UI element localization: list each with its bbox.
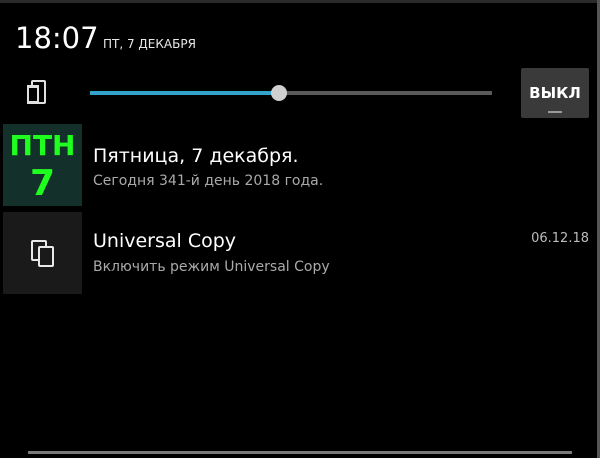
app-icon-tile bbox=[3, 212, 82, 294]
clock-date[interactable]: ПТ, 7 ДЕКАБРЯ bbox=[103, 36, 196, 52]
clock-time[interactable]: 18:07 bbox=[15, 20, 99, 56]
notification-title: Universal Copy bbox=[93, 230, 237, 252]
slider-thumb[interactable] bbox=[271, 85, 287, 101]
brightness-phone-icon bbox=[27, 80, 46, 104]
notification-timestamp: 06.12.18 bbox=[531, 231, 589, 246]
calendar-day-number: 7 bbox=[29, 163, 56, 204]
top-edge bbox=[0, 0, 600, 3]
notification-subtitle: Включить режим Universal Copy bbox=[93, 259, 330, 275]
calendar-weekday: ПТН bbox=[9, 129, 76, 162]
universal-copy-notification[interactable]: Universal Copy Включить режим Universal … bbox=[3, 212, 597, 294]
brightness-slider[interactable] bbox=[90, 84, 492, 102]
toggle-indicator bbox=[548, 111, 562, 113]
notification-subtitle: Сегодня 341-й день 2018 года. bbox=[93, 173, 324, 189]
auto-brightness-toggle[interactable]: ВЫКЛ bbox=[521, 68, 589, 118]
calendar-tile: ПТН 7 bbox=[3, 124, 82, 206]
notification-title: Пятница, 7 декабря. bbox=[93, 145, 299, 167]
toggle-label: ВЫКЛ bbox=[529, 84, 581, 102]
calendar-notification[interactable]: ПТН 7 Пятница, 7 декабря. Сегодня 341-й … bbox=[3, 124, 597, 208]
slider-fill bbox=[90, 91, 279, 95]
notification-shade: 18:07 ПТ, 7 ДЕКАБРЯ ВЫКЛ ПТН 7 Пятница, … bbox=[0, 0, 600, 458]
shade-drag-handle[interactable] bbox=[28, 451, 572, 454]
copy-icon bbox=[31, 240, 54, 267]
